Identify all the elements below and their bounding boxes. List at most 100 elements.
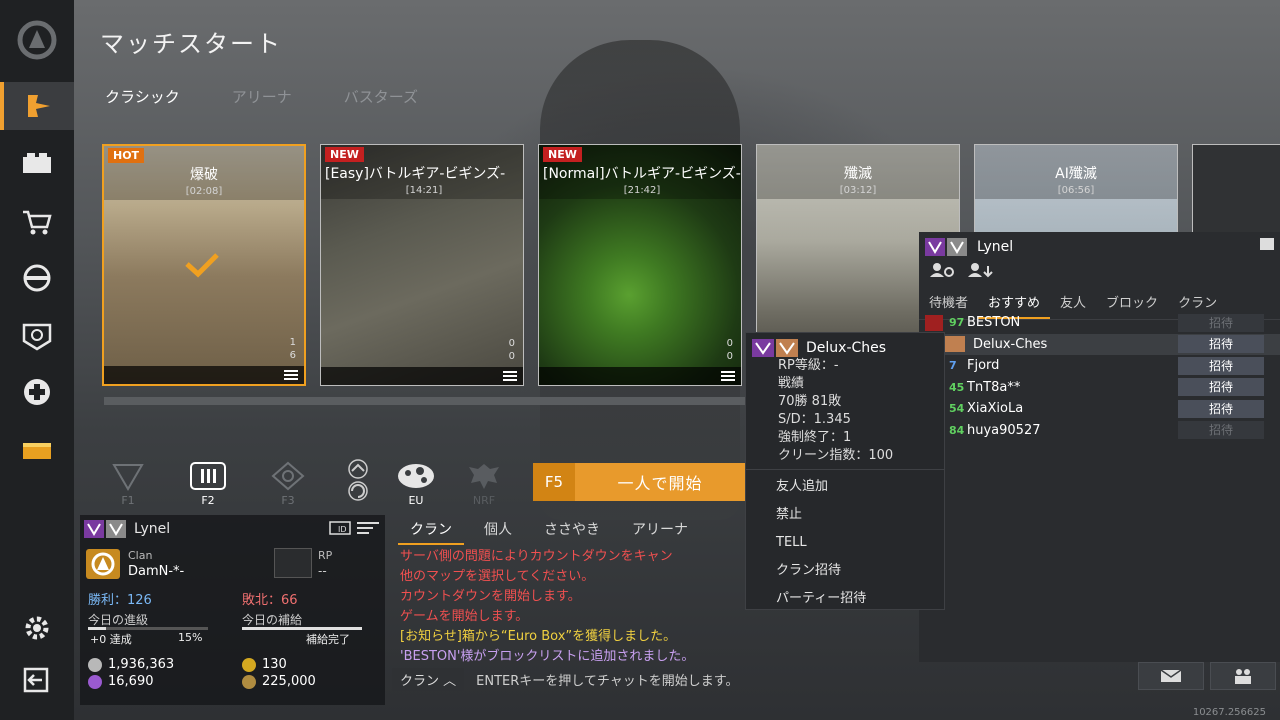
- map-name: 爆破: [190, 167, 218, 183]
- minimize-icon[interactable]: [1260, 238, 1274, 250]
- map-card-footer: [321, 367, 523, 385]
- filter-eu[interactable]: EU: [386, 458, 446, 507]
- group-icon: [1235, 669, 1251, 684]
- map-time: [21:42]: [623, 185, 661, 196]
- mail-button[interactable]: [1138, 662, 1204, 690]
- sidebar-item-medic[interactable]: [0, 368, 74, 416]
- menu-item-add-friend[interactable]: 友人追加: [746, 473, 944, 501]
- map-card[interactable]: [Normal]バトルギア-ビギンズ- [21:42] NEW 00: [538, 144, 742, 386]
- progress-percent: 15%: [178, 631, 203, 644]
- menu-item-tell[interactable]: TELL: [746, 529, 944, 557]
- invite-button[interactable]: 招待: [1178, 399, 1264, 418]
- tab-arena[interactable]: アリーナ: [232, 86, 292, 107]
- currency-euro: 1,936,363: [88, 657, 174, 672]
- supply-text: 補給完了: [306, 633, 350, 646]
- menu-item-ban[interactable]: 禁止: [746, 501, 944, 529]
- daily-supply-bar: [242, 627, 362, 630]
- invite-button[interactable]: 招待: [1178, 313, 1264, 332]
- chat-message: 'BESTON'様がブロックリストに追加されました。: [400, 649, 695, 664]
- rank-badge-icon: [84, 520, 126, 538]
- gem-coin-icon: [88, 674, 102, 689]
- sidebar-item-event[interactable]: [0, 426, 74, 474]
- tab-busters[interactable]: バスターズ: [344, 86, 418, 107]
- start-solo-button[interactable]: F5 一人で開始: [533, 463, 745, 501]
- sort-up-icon: [348, 459, 368, 479]
- list-item[interactable]: 54 XiaXioLa 招待: [919, 398, 1280, 420]
- invite-button[interactable]: 招待: [1178, 378, 1264, 397]
- gear-icon: [25, 616, 49, 640]
- sidebar-item-clan[interactable]: [0, 312, 74, 360]
- game-logo-icon: [17, 20, 57, 60]
- sidebar-item-shop[interactable]: [0, 198, 74, 246]
- invite-button[interactable]: 招待: [1178, 356, 1264, 375]
- chat-message: [お知らせ]箱から“Euro Box”を獲得しました。: [400, 629, 677, 644]
- id-card-icon[interactable]: ID: [329, 521, 351, 535]
- chat-tab-arena[interactable]: アリーナ: [620, 519, 700, 545]
- clan-logo-icon: [91, 552, 115, 576]
- player-counts: 16: [289, 337, 296, 361]
- sidebar-item-helmet[interactable]: [0, 254, 74, 302]
- invite-button[interactable]: 招待: [1178, 421, 1264, 440]
- player-counts: 00: [726, 338, 733, 362]
- clan-emblem: [86, 549, 120, 579]
- sidebar-exit[interactable]: [0, 656, 74, 704]
- tab-classic[interactable]: クラシック: [105, 86, 180, 107]
- hamburger-icon[interactable]: [721, 371, 735, 381]
- plus-circle-icon: [24, 379, 50, 405]
- gold-coin-icon: [242, 674, 256, 689]
- hamburger-icon[interactable]: [503, 371, 517, 381]
- version-label: 10267.256625: [1192, 707, 1266, 718]
- rank-icon: [945, 336, 965, 353]
- map-card[interactable]: 爆破 [02:08] HOT 16: [102, 144, 306, 386]
- chat-tab-private[interactable]: 個人: [472, 519, 524, 545]
- list-icon[interactable]: [357, 521, 379, 535]
- map-card[interactable]: [Easy]バトルギア-ビギンズ- [14:21] NEW 00: [320, 144, 524, 386]
- filter-f2[interactable]: F2: [178, 458, 238, 507]
- ammo-icon: [190, 462, 226, 490]
- clan-label: Clan: [128, 549, 153, 562]
- hotkey-label: F5: [533, 463, 575, 501]
- clan-name: DamN-*-: [128, 564, 185, 579]
- rp-emblem-slot: [274, 548, 312, 578]
- map-name: AI殲滅: [1055, 166, 1097, 182]
- find-user-icon[interactable]: [929, 262, 957, 278]
- sidebar-settings[interactable]: [0, 604, 74, 652]
- triangle-run-icon: [112, 464, 144, 491]
- currency-medal: 130: [242, 657, 287, 672]
- sidebar-item-inventory[interactable]: [0, 140, 74, 188]
- list-item[interactable]: 84 huya90527 招待: [919, 420, 1280, 442]
- map-time: [03:12]: [839, 185, 877, 196]
- new-badge: NEW: [325, 147, 364, 162]
- menu-item-party-invite[interactable]: パーティー招待: [746, 585, 944, 613]
- filter-f3[interactable]: F3: [258, 458, 318, 507]
- rank-badge-icon: [925, 238, 967, 256]
- list-item[interactable]: 7 Fjord 招待: [919, 355, 1280, 377]
- map-card-header: AI殲滅 [06:56]: [975, 145, 1177, 199]
- invite-button[interactable]: 招待: [1178, 335, 1264, 354]
- hamburger-icon[interactable]: [284, 370, 298, 380]
- chat-channel-select[interactable]: クラン ︿: [392, 667, 465, 691]
- chat-input-bar[interactable]: クラン ︿ ENTERキーを押してチャットを開始します。: [392, 667, 920, 691]
- progress-text: +0 達成: [90, 633, 132, 646]
- chat-tab-whisper[interactable]: ささやき: [532, 519, 612, 545]
- filter-f1[interactable]: F1: [98, 458, 158, 507]
- euro-coin-icon: [88, 657, 102, 672]
- play-icon: [28, 95, 50, 117]
- list-item[interactable]: 45 TnT8a** 招待: [919, 377, 1280, 399]
- map-name: 殲滅: [844, 166, 872, 182]
- download-user-icon[interactable]: [967, 262, 995, 278]
- daily-progress-bar: [88, 627, 208, 630]
- list-item[interactable]: Delux-Ches 招待: [919, 333, 1280, 355]
- filter-nrf[interactable]: NRF: [454, 458, 514, 507]
- sidebar-item-match[interactable]: [0, 82, 74, 130]
- player-info-panel: Lynel ID Clan DamN-*- RP -- 勝利：126 敗北：66…: [80, 515, 385, 705]
- chat-tab-clan[interactable]: クラン: [398, 519, 464, 545]
- list-item[interactable]: 97 BESTON 招待: [919, 312, 1280, 334]
- currency-purple: 16,690: [88, 674, 154, 689]
- daily-progress-label: 今日の進級: [88, 613, 149, 627]
- crosshair-icon: [271, 461, 305, 491]
- group-button[interactable]: [1210, 662, 1276, 690]
- helmet-icon: [23, 264, 51, 292]
- menu-item-clan-invite[interactable]: クラン招待: [746, 557, 944, 585]
- filter-sort[interactable]: [328, 458, 388, 502]
